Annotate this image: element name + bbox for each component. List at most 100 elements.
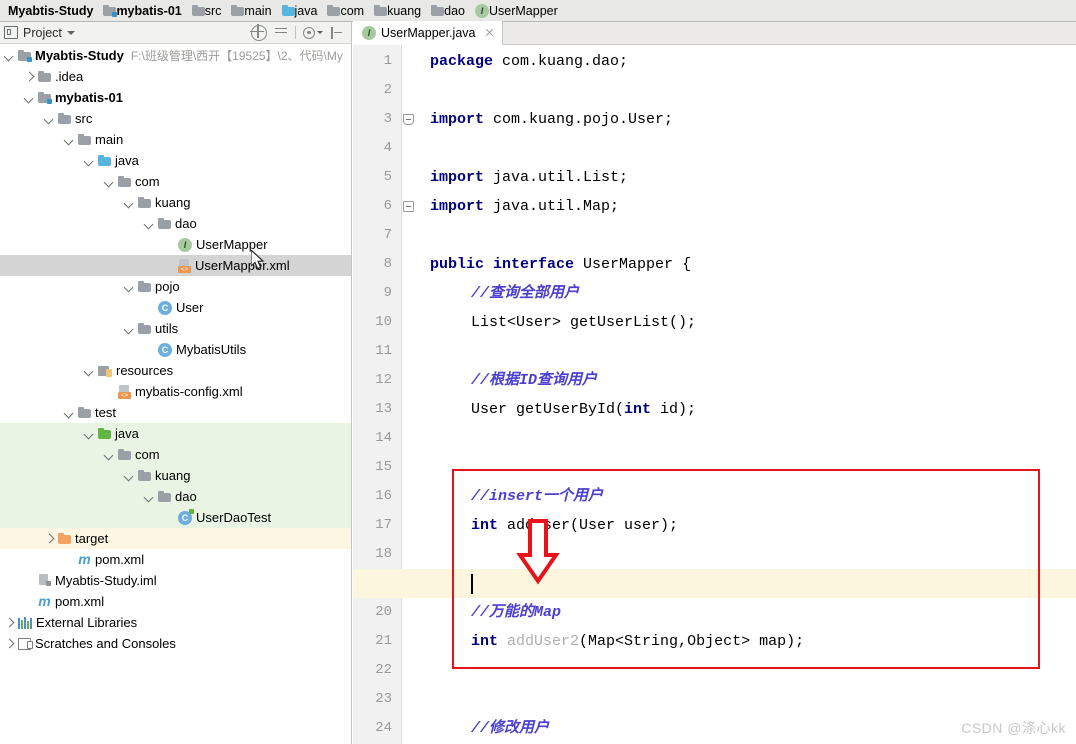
tree-node-scratches-and-consoles[interactable]: Scratches and Consoles bbox=[0, 633, 351, 654]
tree-node-label: target bbox=[75, 531, 109, 546]
code-line[interactable]: //查询全部用户 bbox=[471, 279, 579, 308]
hide-panel-icon[interactable] bbox=[330, 26, 344, 40]
code-line[interactable]: //修改用户 bbox=[471, 714, 549, 743]
breadcrumb-item-java[interactable]: java bbox=[278, 0, 324, 22]
tree-node-usermapper.xml[interactable]: <> UserMapper.xml bbox=[0, 255, 351, 276]
settings-gear-icon[interactable] bbox=[303, 26, 323, 39]
locate-icon[interactable] bbox=[250, 23, 267, 41]
chevron-down-icon[interactable] bbox=[84, 365, 95, 376]
chevron-down-icon[interactable] bbox=[24, 92, 35, 103]
tree-node-com[interactable]: com bbox=[0, 171, 351, 192]
chevron-down-icon[interactable] bbox=[124, 281, 135, 292]
breadcrumb-item-kuang[interactable]: kuang bbox=[370, 0, 427, 22]
tree-node-myabtis-study.iml[interactable]: Myabtis-Study.iml bbox=[0, 570, 351, 591]
line-number: 9 bbox=[383, 285, 392, 301]
breadcrumb-item-usermapper[interactable]: I UserMapper bbox=[471, 0, 564, 22]
tree-node-mybatis-config.xml[interactable]: <> mybatis-config.xml bbox=[0, 381, 351, 402]
chevron-down-icon[interactable] bbox=[64, 407, 75, 418]
code-area[interactable]: 1234567891011121314151617181920212223242… bbox=[353, 45, 1076, 744]
package-icon bbox=[138, 197, 151, 208]
chevron-down-icon[interactable] bbox=[64, 134, 75, 145]
breadcrumb-item-myabtis-study[interactable]: Myabtis-Study bbox=[4, 0, 99, 22]
chevron-right-icon[interactable] bbox=[4, 617, 15, 628]
chevron-down-icon[interactable] bbox=[66, 30, 75, 35]
code-line[interactable]: List<User> getUserList(); bbox=[471, 308, 696, 337]
tab-usermapper-java[interactable]: I UserMapper.java bbox=[353, 21, 503, 45]
tree-node-kuang[interactable]: kuang bbox=[0, 465, 351, 486]
code-line[interactable]: package com.kuang.dao; bbox=[430, 47, 628, 76]
tree-node-target[interactable]: target bbox=[0, 528, 351, 549]
tree-node-src[interactable]: src bbox=[0, 108, 351, 129]
tree-node-dao[interactable]: dao bbox=[0, 486, 351, 507]
tree-node-kuang[interactable]: kuang bbox=[0, 192, 351, 213]
code-line[interactable]: User getUserById(int id); bbox=[471, 395, 696, 424]
tree-node-mybatisutils[interactable]: C MybatisUtils bbox=[0, 339, 351, 360]
chevron-down-icon[interactable] bbox=[44, 113, 55, 124]
breadcrumb-item-mybatis-01[interactable]: mybatis-01 bbox=[99, 0, 187, 22]
project-tool-window: Project Myabtis-Study F:\班级管理\西开【19525】\2… bbox=[0, 22, 352, 744]
line-number: 6 bbox=[383, 198, 392, 214]
tree-node-dao[interactable]: dao bbox=[0, 213, 351, 234]
tree-node-external-libraries[interactable]: External Libraries bbox=[0, 612, 351, 633]
project-title-button[interactable]: Project bbox=[4, 26, 75, 40]
code-line[interactable]: int addUser(User user); bbox=[471, 511, 678, 540]
tree-node-test[interactable]: test bbox=[0, 402, 351, 423]
chevron-down-icon[interactable] bbox=[104, 176, 115, 187]
code-fold-icon[interactable] bbox=[403, 114, 414, 125]
package-icon bbox=[431, 5, 445, 16]
tree-node-resources[interactable]: resources bbox=[0, 360, 351, 381]
folder-icon bbox=[191, 5, 205, 16]
code-line[interactable]: public interface UserMapper { bbox=[430, 250, 691, 279]
code-fold-icon[interactable] bbox=[403, 201, 414, 212]
tree-node-label: java bbox=[115, 426, 139, 441]
tree-node-java[interactable]: java bbox=[0, 150, 351, 171]
editor-tab-bar: I UserMapper.java bbox=[353, 21, 1076, 45]
tree-node-java[interactable]: java bbox=[0, 423, 351, 444]
code-line[interactable]: int addUser2(Map<String,Object> map); bbox=[471, 627, 804, 656]
line-number: 4 bbox=[383, 140, 392, 156]
close-icon[interactable] bbox=[484, 27, 495, 38]
code-line[interactable]: //insert一个用户 bbox=[471, 482, 603, 511]
breadcrumb-item-com[interactable]: com bbox=[323, 0, 370, 22]
chevron-right-icon[interactable] bbox=[24, 71, 35, 82]
breadcrumb-item-main[interactable]: main bbox=[227, 0, 277, 22]
code-token: List<User> getUserList(); bbox=[471, 314, 697, 331]
breadcrumb-item-src[interactable]: src bbox=[188, 0, 228, 22]
tree-node-user[interactable]: C User bbox=[0, 297, 351, 318]
code-line[interactable]: import java.util.Map; bbox=[430, 192, 619, 221]
chevron-down-icon[interactable] bbox=[124, 470, 135, 481]
tree-node-userdaotest[interactable]: C UserDaoTest bbox=[0, 507, 351, 528]
toolbar-divider bbox=[295, 26, 296, 39]
tree-node-com[interactable]: com bbox=[0, 444, 351, 465]
tree-node-.idea[interactable]: .idea bbox=[0, 66, 351, 87]
tree-node-main[interactable]: main bbox=[0, 129, 351, 150]
code-line[interactable]: import com.kuang.pojo.User; bbox=[430, 105, 673, 134]
tree-node-pom.xml[interactable]: m pom.xml bbox=[0, 591, 351, 612]
chevron-down-icon[interactable] bbox=[104, 449, 115, 460]
tree-node-myabtis-study[interactable]: Myabtis-Study F:\班级管理\西开【19525】\2、代码\My bbox=[0, 45, 351, 66]
chevron-down-icon[interactable] bbox=[84, 155, 95, 166]
tree-node-pojo[interactable]: pojo bbox=[0, 276, 351, 297]
code-line[interactable]: import java.util.List; bbox=[430, 163, 628, 192]
chevron-down-icon[interactable] bbox=[84, 428, 95, 439]
tree-node-usermapper[interactable]: I UserMapper bbox=[0, 234, 351, 255]
chevron-down-icon[interactable] bbox=[144, 491, 155, 502]
chevron-down-icon[interactable] bbox=[124, 197, 135, 208]
collapse-all-icon[interactable] bbox=[274, 26, 288, 40]
chevron-down-icon[interactable] bbox=[4, 50, 15, 61]
chevron-right-icon[interactable] bbox=[44, 533, 55, 544]
chevron-down-icon[interactable] bbox=[124, 323, 135, 334]
tree-node-pom.xml[interactable]: m pom.xml bbox=[0, 549, 351, 570]
tree-node-utils[interactable]: utils bbox=[0, 318, 351, 339]
tree-node-label: External Libraries bbox=[36, 615, 138, 630]
breadcrumb-label: Myabtis-Study bbox=[8, 3, 94, 18]
code-content[interactable]: package com.kuang.dao; import com.kuang.p… bbox=[353, 45, 1076, 744]
breadcrumb-item-dao[interactable]: dao bbox=[427, 0, 471, 22]
package-icon bbox=[138, 281, 151, 292]
code-line[interactable]: //万能的Map bbox=[471, 598, 561, 627]
code-line[interactable]: //根据ID查询用户 bbox=[471, 366, 597, 395]
chevron-down-icon[interactable] bbox=[144, 218, 155, 229]
tree-node-mybatis-01[interactable]: mybatis-01 bbox=[0, 87, 351, 108]
chevron-right-icon[interactable] bbox=[4, 638, 15, 649]
